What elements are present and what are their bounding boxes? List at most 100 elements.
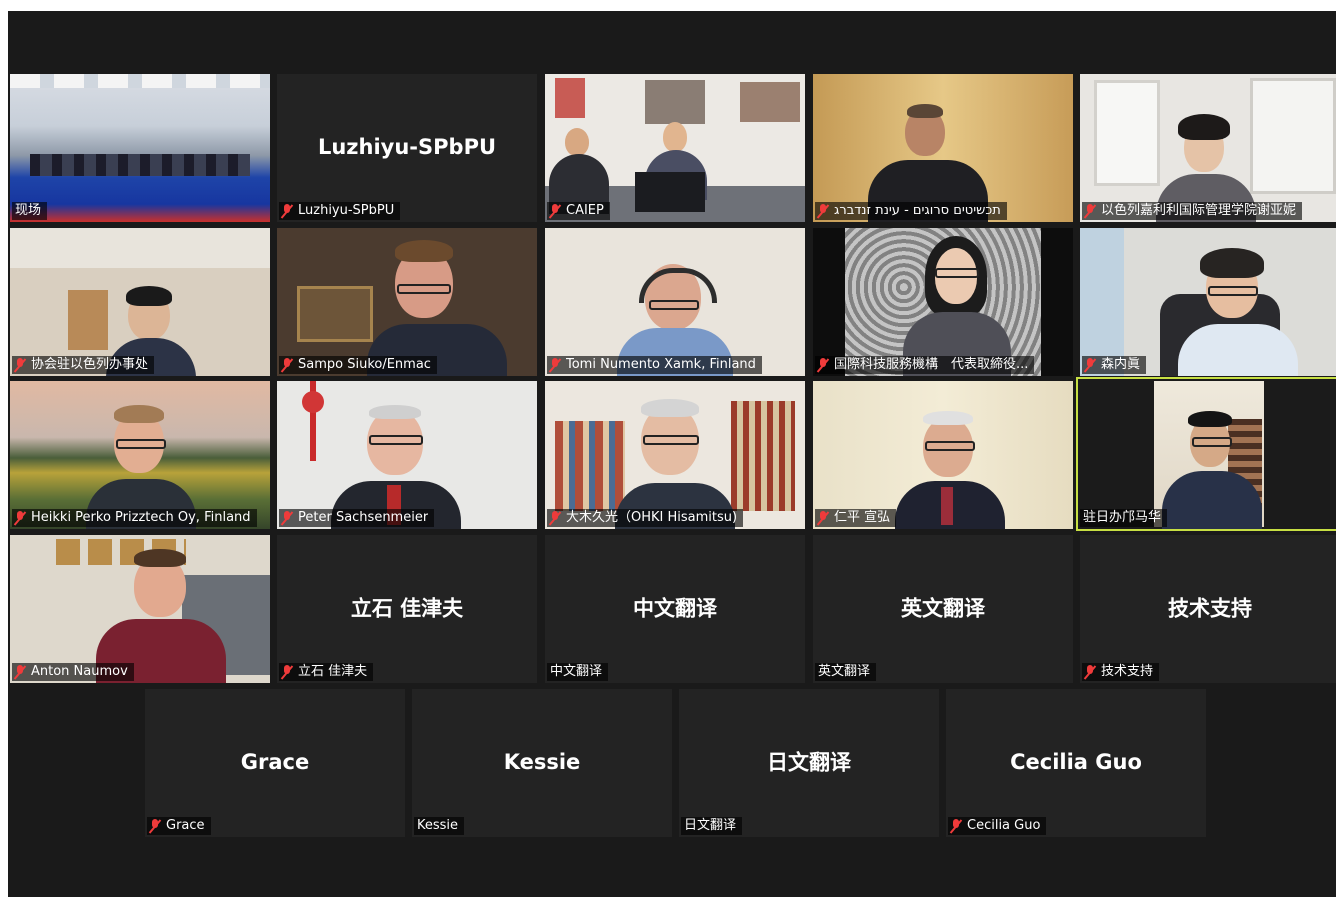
- participant-name: Luzhiyu-SPbPU: [298, 203, 395, 218]
- participant-tile[interactable]: 大木久光（OHKI Hisamitsu): [545, 381, 805, 529]
- muted-mic-icon: [951, 819, 961, 833]
- participant-name-tag: Sampo Siuko/Enmac: [279, 356, 437, 374]
- participant-name-tag: 仁平 宣弘: [815, 509, 897, 527]
- participant-tile[interactable]: Cecilia Guo Cecilia Guo: [946, 689, 1206, 837]
- muted-mic-icon: [282, 204, 292, 218]
- participant-tile[interactable]: Kessie Kessie: [412, 689, 672, 837]
- participant-name-tag: 现场: [12, 202, 48, 220]
- participant-name: Heikki Perko Prizztech Oy, Finland: [31, 510, 251, 525]
- participant-tile[interactable]: Heikki Perko Prizztech Oy, Finland: [10, 381, 270, 529]
- participant-tile[interactable]: 现场: [10, 74, 270, 222]
- video-feed: [813, 381, 1073, 529]
- participant-tile[interactable]: Grace Grace: [145, 689, 405, 837]
- gallery-view: 现场 Luzhiyu-SPbPU Luzhiyu-SPbPU CAIEP תכש…: [8, 11, 1336, 897]
- participant-display-name: 立石 佳津夫: [350, 596, 464, 621]
- participant-display-name: 英文翻译: [901, 596, 985, 621]
- muted-mic-icon: [1085, 665, 1095, 679]
- participant-name: 英文翻译: [818, 664, 871, 679]
- participant-tile[interactable]: 仁平 宣弘: [813, 381, 1073, 529]
- participant-name-tag: Tomi Numento Xamk, Finland: [547, 356, 762, 374]
- participant-name: 大木久光（OHKI Hisamitsu): [566, 510, 738, 525]
- participant-name-tag: 大木久光（OHKI Hisamitsu): [547, 509, 744, 527]
- video-feed: [1078, 379, 1336, 529]
- participant-name: 立石 佳津夫: [298, 664, 368, 679]
- video-feed: [10, 228, 270, 376]
- muted-mic-icon: [550, 358, 560, 372]
- video-feed: [10, 74, 270, 222]
- participant-name: Cecilia Guo: [967, 818, 1041, 833]
- participant-tile[interactable]: 英文翻译 英文翻译: [813, 535, 1073, 683]
- participant-tile[interactable]: 协会驻以色列办事处: [10, 228, 270, 376]
- video-feed: [813, 74, 1073, 222]
- participant-tile[interactable]: 国際科技服務機構 代表取締役...: [813, 228, 1073, 376]
- participant-display-name: 中文翻译: [633, 596, 717, 621]
- participant-name: 日文翻译: [684, 818, 737, 833]
- participant-display-name: 日文翻译: [767, 750, 851, 775]
- participant-tile[interactable]: CAIEP: [545, 74, 805, 222]
- participant-name: 协会驻以色列办事处: [31, 357, 149, 372]
- participant-name-tag: Cecilia Guo: [948, 817, 1047, 835]
- video-feed: [813, 228, 1073, 376]
- muted-mic-icon: [818, 204, 828, 218]
- participant-name-tag: Peter Sachsenmeier: [279, 509, 435, 527]
- participant-tile[interactable]: 技术支持 技术支持: [1080, 535, 1336, 683]
- muted-mic-icon: [550, 204, 560, 218]
- participant-display-name: Cecilia Guo: [1010, 749, 1142, 774]
- participant-name: Grace: [166, 818, 205, 833]
- participant-name-tag: 立石 佳津夫: [279, 663, 374, 681]
- video-feed: [10, 381, 270, 529]
- participant-tile[interactable]: 日文翻译 日文翻译: [679, 689, 939, 837]
- participant-name: 以色列嘉利利国际管理学院谢亚妮: [1101, 203, 1297, 218]
- participant-name: Peter Sachsenmeier: [298, 510, 429, 525]
- participant-name-tag: Luzhiyu-SPbPU: [279, 202, 401, 220]
- participant-name-tag: 以色列嘉利利国际管理学院谢亚妮: [1082, 202, 1303, 220]
- participant-name: CAIEP: [566, 203, 604, 218]
- participant-name-tag: 森内眞: [1082, 356, 1147, 374]
- participant-name-tag: Kessie: [414, 817, 465, 835]
- muted-mic-icon: [15, 511, 25, 525]
- participant-tile[interactable]: 以色列嘉利利国际管理学院谢亚妮: [1080, 74, 1336, 222]
- participant-name: תכשיטים סרוגים - עינת זנדברג: [834, 203, 1001, 218]
- muted-mic-icon: [15, 358, 25, 372]
- participant-name: Sampo Siuko/Enmac: [298, 357, 431, 372]
- participant-display-name: Grace: [240, 749, 310, 774]
- participant-tile-active-speaker[interactable]: 驻日办邝马华: [1076, 377, 1336, 531]
- participant-tile[interactable]: 森内眞: [1080, 228, 1336, 376]
- muted-mic-icon: [150, 819, 160, 833]
- muted-mic-icon: [818, 358, 828, 372]
- participant-name-tag: 日文翻译: [681, 817, 743, 835]
- participant-name: Tomi Numento Xamk, Finland: [566, 357, 756, 372]
- participant-tile[interactable]: Tomi Numento Xamk, Finland: [545, 228, 805, 376]
- muted-mic-icon: [1085, 204, 1095, 218]
- video-feed: [545, 74, 805, 222]
- muted-mic-icon: [282, 665, 292, 679]
- participant-tile[interactable]: Peter Sachsenmeier: [277, 381, 537, 529]
- muted-mic-icon: [818, 511, 828, 525]
- video-feed: [10, 535, 270, 683]
- participant-name: 森内眞: [1101, 357, 1141, 372]
- participant-name-tag: 驻日办邝马华: [1080, 509, 1168, 527]
- participant-tile[interactable]: 中文翻译 中文翻译: [545, 535, 805, 683]
- participant-tile[interactable]: Anton Naumov: [10, 535, 270, 683]
- participant-name: 国際科技服務機構 代表取締役...: [834, 357, 1029, 372]
- muted-mic-icon: [15, 665, 25, 679]
- video-feed: [545, 381, 805, 529]
- participant-tile[interactable]: Sampo Siuko/Enmac: [277, 228, 537, 376]
- participant-name-tag: 技术支持: [1082, 663, 1160, 681]
- participant-name-tag: Anton Naumov: [12, 663, 134, 681]
- participant-name: 仁平 宣弘: [834, 510, 891, 525]
- participant-tile[interactable]: 立石 佳津夫 立石 佳津夫: [277, 535, 537, 683]
- participant-name: 现场: [15, 203, 42, 218]
- participant-display-name: Luzhiyu-SPbPU: [317, 134, 497, 159]
- participant-name: 技术支持: [1101, 664, 1154, 679]
- muted-mic-icon: [1085, 358, 1095, 372]
- participant-display-name: Kessie: [503, 749, 581, 774]
- participant-name-tag: CAIEP: [547, 202, 610, 220]
- video-feed: [545, 228, 805, 376]
- participant-tile[interactable]: תכשיטים סרוגים - עינת זנדברג: [813, 74, 1073, 222]
- participant-name-tag: תכשיטים סרוגים - עינת זנדברג: [815, 202, 1007, 220]
- muted-mic-icon: [282, 511, 292, 525]
- video-feed: [277, 381, 537, 529]
- participant-name: 中文翻译: [550, 664, 603, 679]
- participant-tile[interactable]: Luzhiyu-SPbPU Luzhiyu-SPbPU: [277, 74, 537, 222]
